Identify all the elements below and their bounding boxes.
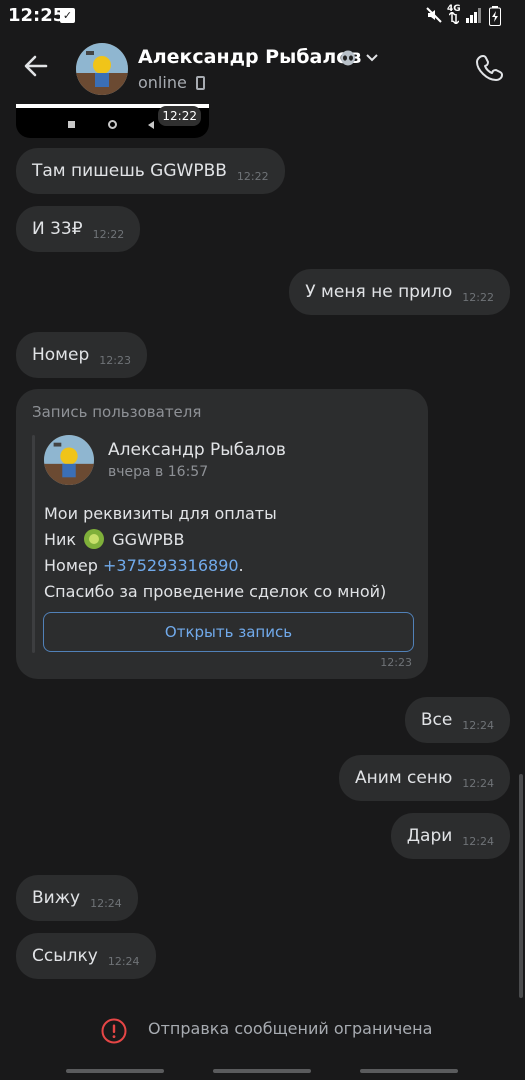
message-text: Там пишешь GGWPBB xyxy=(32,161,227,181)
quote-line xyxy=(32,435,35,653)
warning-icon xyxy=(101,1018,127,1044)
shared-post-header: Запись пользователя xyxy=(32,403,202,421)
open-post-button[interactable]: Открыть запись xyxy=(43,612,414,652)
message-time: 12:24 xyxy=(462,776,494,790)
post-date: вчера в 16:57 xyxy=(108,464,209,480)
message-time: 12:24 xyxy=(107,954,140,968)
message-time: 12:23 xyxy=(380,656,412,669)
message-time: 12:24 xyxy=(462,834,494,848)
post-line: Ник GGWPBB xyxy=(44,529,185,549)
message-time: 12:22 xyxy=(92,227,125,241)
nav-square-icon xyxy=(68,121,75,128)
mute-icon xyxy=(426,7,442,23)
message-bubble-incoming[interactable]: Вижу 12:24 xyxy=(16,875,138,921)
chat-header: Александр Рыбалов online xyxy=(0,32,525,104)
status-bar: 12:25 ✓ 4G xyxy=(0,0,525,32)
phone-call-icon[interactable] xyxy=(475,52,505,82)
contact-avatar[interactable] xyxy=(76,43,128,95)
message-text: Ссылку xyxy=(32,946,98,966)
message-bubble-outgoing[interactable]: Все 12:24 xyxy=(404,697,510,743)
phone-link[interactable]: +375293316890 xyxy=(103,556,239,575)
shared-post-card[interactable]: Запись пользователя Александр Рыбалов вч… xyxy=(16,389,428,679)
message-bubble-incoming[interactable]: Ссылку 12:24 xyxy=(16,933,156,979)
gesture-navbar xyxy=(0,1062,525,1080)
message-text: И 33₽ xyxy=(32,219,83,239)
kiwi-emoji-icon xyxy=(84,529,105,549)
message-time: 12:22 xyxy=(236,169,269,183)
message-time: 12:23 xyxy=(99,353,131,367)
online-status: online xyxy=(138,73,187,92)
message-text: Все xyxy=(420,710,453,730)
scrollbar[interactable] xyxy=(519,774,523,998)
signal-icon xyxy=(466,8,481,23)
message-bubble-outgoing[interactable]: Аним сеню 12:24 xyxy=(339,755,510,801)
message-bubble-incoming[interactable]: Там пишешь GGWPBB 12:22 xyxy=(16,148,285,194)
back-arrow-icon[interactable] xyxy=(22,52,50,80)
screenshot-image[interactable]: 12:22 xyxy=(16,104,209,138)
gesture-handle[interactable] xyxy=(360,1069,458,1073)
message-text: Вижу xyxy=(32,888,81,908)
message-bubble-incoming[interactable]: Номер 12:23 xyxy=(16,332,147,378)
message-bubble-outgoing[interactable]: У меня не прило 12:22 xyxy=(289,269,510,315)
message-text: У меня не прило xyxy=(305,282,453,302)
message-time: 12:24 xyxy=(90,896,122,910)
mobile-device-icon xyxy=(196,76,205,90)
post-author-name[interactable]: Александр Рыбалов xyxy=(108,440,286,460)
status-time: 12:25 xyxy=(8,5,66,26)
message-text: Номер xyxy=(32,345,90,365)
alien-emoji-icon xyxy=(341,50,355,66)
gesture-handle[interactable] xyxy=(213,1069,311,1073)
screenshot-time: 12:22 xyxy=(158,106,201,126)
nav-circle-icon xyxy=(108,120,117,129)
message-time: 12:22 xyxy=(462,290,494,304)
chat-messages[interactable]: 12:22 Там пишешь GGWPBB 12:22 И 33₽ 12:2… xyxy=(0,104,525,1000)
post-line: Номер +375293316890. xyxy=(44,556,244,575)
chevron-down-icon[interactable] xyxy=(366,54,378,62)
message-bubble-outgoing[interactable]: Дари 12:24 xyxy=(390,813,510,859)
message-bubble-incoming[interactable]: И 33₽ 12:22 xyxy=(16,206,141,252)
checkbox-notification-icon: ✓ xyxy=(60,8,75,23)
battery-icon xyxy=(489,6,501,26)
restriction-notice: Отправка сообщений ограничена xyxy=(148,1019,433,1038)
gesture-handle[interactable] xyxy=(66,1069,164,1073)
nav-back-icon xyxy=(148,121,154,129)
data-arrows-icon xyxy=(449,12,459,24)
post-text: Мои реквизиты для оплаты Ник GGWPBB Номе… xyxy=(44,501,386,605)
post-line: Мои реквизиты для оплаты xyxy=(44,504,277,523)
messaging-restricted-bar: Отправка сообщений ограничена xyxy=(0,1000,525,1060)
contact-name[interactable]: Александр Рыбалов xyxy=(138,46,361,68)
post-line: Спасибо за проведение сделок со мной) xyxy=(44,582,387,601)
message-text: Аним сеню xyxy=(355,768,453,788)
post-author-avatar[interactable] xyxy=(44,435,94,485)
message-text: Дари xyxy=(406,826,453,846)
message-time: 12:24 xyxy=(462,718,494,732)
